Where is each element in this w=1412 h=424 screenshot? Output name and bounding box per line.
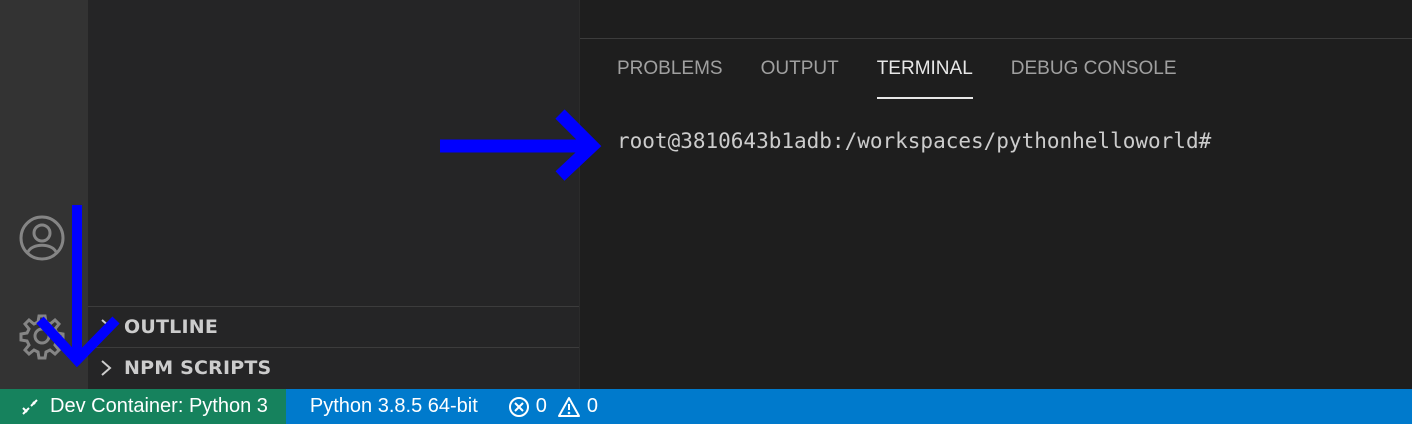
remote-indicator-button[interactable]: Dev Container: Python 3 [0,389,286,424]
python-interpreter-button[interactable]: Python 3.8.5 64-bit [306,389,494,424]
sidebar-section-label: NPM SCRIPTS [124,357,272,379]
sidebar-section-npm-scripts[interactable]: NPM SCRIPTS [88,347,579,388]
tab-terminal[interactable]: TERMINAL [876,39,973,99]
error-count: 0 [535,395,547,417]
editor-area[interactable] [580,0,1412,39]
chevron-right-icon [88,318,124,336]
status-bar: Dev Container: Python 3 Python 3.8.5 64-… [0,389,1412,424]
tab-debug-console[interactable]: DEBUG CONSOLE [1011,39,1177,99]
error-icon [508,396,529,417]
bottom-panel: PROBLEMS OUTPUT TERMINAL DEBUG CONSOLE r… [580,39,1412,389]
activity-bar [0,0,88,389]
remote-icon [22,398,38,415]
interpreter-label: Python 3.8.5 64-bit [309,395,478,417]
sidebar-section-outline[interactable]: OUTLINE [88,306,579,347]
warning-icon [557,396,580,417]
terminal-prompt[interactable]: root@3810643b1adb:/workspaces/pythonhell… [617,129,1211,153]
panel-tabs: PROBLEMS OUTPUT TERMINAL DEBUG CONSOLE [617,39,1215,99]
sidebar-section-label: OUTLINE [124,316,218,338]
chevron-right-icon [88,359,124,377]
sidebar: OUTLINE NPM SCRIPTS [88,0,579,389]
tab-problems[interactable]: PROBLEMS [617,39,723,99]
manage-gear-icon[interactable] [18,312,66,360]
warning-count: 0 [586,395,599,417]
account-icon[interactable] [18,214,66,262]
tab-output[interactable]: OUTPUT [761,39,839,99]
remote-label: Dev Container: Python 3 [50,395,268,417]
problems-status-button[interactable]: 0 0 [494,389,622,424]
